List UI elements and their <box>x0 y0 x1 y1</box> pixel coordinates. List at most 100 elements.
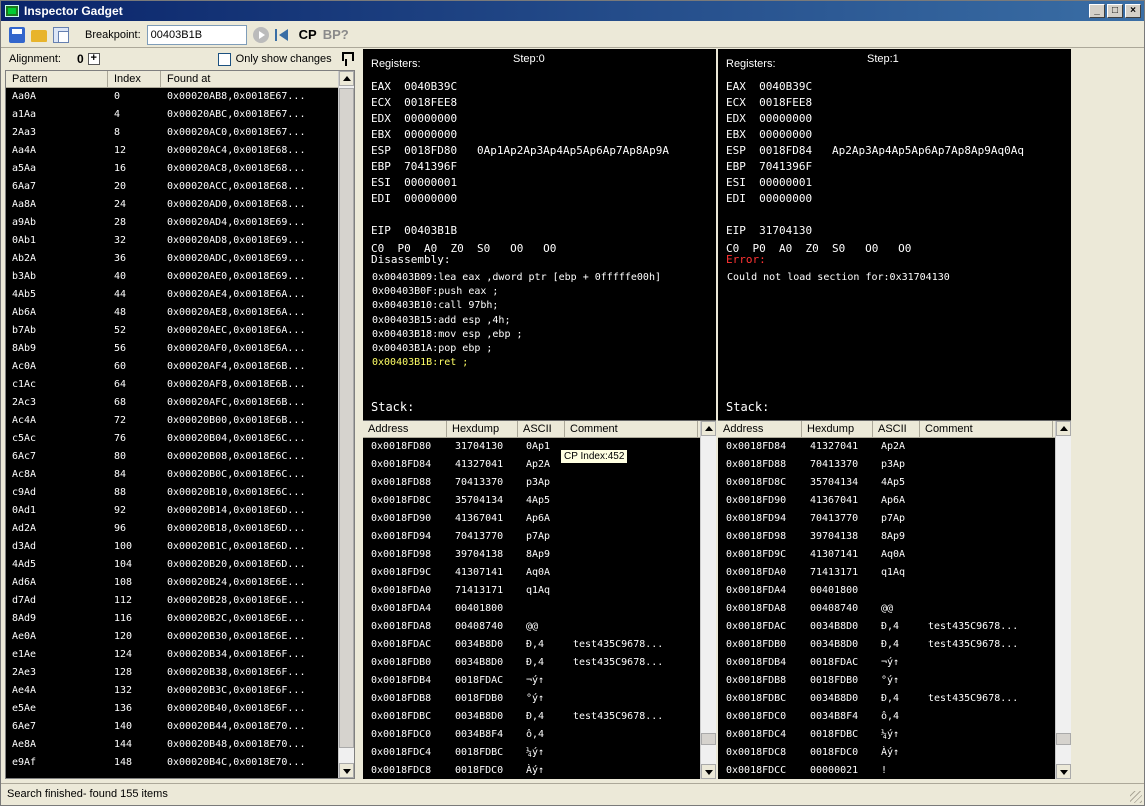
column-header-index[interactable]: Index <box>108 71 161 87</box>
table-row[interactable]: Ae8A 144 0x00020B48,0x0018E70... <box>6 736 339 754</box>
stack-row[interactable]: 0x0018FDC0 0034B8F4 ô,4 <box>718 708 1055 726</box>
scroll-thumb[interactable] <box>1056 733 1071 745</box>
column-header-ascii[interactable]: ASCII <box>873 421 920 437</box>
table-row[interactable]: Aa8A 24 0x00020AD0,0x0018E68... <box>6 196 339 214</box>
column-header-pattern[interactable]: Pattern <box>6 71 108 87</box>
table-row[interactable]: c9Ad 88 0x00020B10,0x0018E6C... <box>6 484 339 502</box>
stack-row[interactable]: 0x0018FDB8 0018FDB0 °ý↑ <box>718 672 1055 690</box>
stack-row[interactable]: 0x0018FD98 39704138 8Ap9 <box>718 528 1055 546</box>
stack-row[interactable]: 0x0018FDCC 00000021! <box>718 762 1055 779</box>
stack-row[interactable]: 0x0018FDC4 0018FDBC ¼ý↑ <box>363 744 700 762</box>
table-row[interactable]: Ae4A 132 0x00020B3C,0x0018E6F... <box>6 682 339 700</box>
stack-row[interactable]: 0x0018FDBC 0034B8D0 Ð,4 test435C9678... <box>363 708 700 726</box>
table-row[interactable]: b3Ab 40 0x00020AE0,0x0018E69... <box>6 268 339 286</box>
stack-row[interactable]: 0x0018FD84 41327041 Ap2A <box>363 456 700 474</box>
stack-row[interactable]: 0x0018FD90 41367041 Ap6A <box>718 492 1055 510</box>
stack-row[interactable]: 0x0018FDBC 0034B8D0 Ð,4 test435C9678... <box>718 690 1055 708</box>
copy-icon[interactable] <box>53 26 69 43</box>
bp-button[interactable]: BP? <box>323 27 349 42</box>
only-changes-checkbox[interactable] <box>217 52 231 66</box>
stack-row[interactable]: 0x0018FDC8 0018FDC0 Àý↑ <box>363 762 700 779</box>
table-row[interactable]: Ad6A 108 0x00020B24,0x0018E6E... <box>6 574 339 592</box>
table-row[interactable]: 2Ae3 128 0x00020B38,0x0018E6F... <box>6 664 339 682</box>
table-row[interactable]: 6Aa7 20 0x00020ACC,0x0018E68... <box>6 178 339 196</box>
table-row[interactable]: Aa4A 12 0x00020AC4,0x0018E68... <box>6 142 339 160</box>
column-header-found-at[interactable]: Found at <box>161 71 339 87</box>
table-row[interactable]: Ad2A 96 0x00020B18,0x0018E6D... <box>6 520 339 538</box>
table-row[interactable]: Ab6A 48 0x00020AE8,0x0018E6A... <box>6 304 339 322</box>
pattern-scrollbar[interactable] <box>338 71 354 778</box>
scroll-down-arrow-icon[interactable] <box>701 764 716 779</box>
stack-row[interactable]: 0x0018FD98 39704138 8Ap9 <box>363 546 700 564</box>
stack-scrollbar[interactable] <box>1055 421 1071 779</box>
stack-row[interactable]: 0x0018FD88 70413370 p3Ap <box>718 456 1055 474</box>
stack-row[interactable]: 0x0018FDA0 71413171 q1Aq <box>718 564 1055 582</box>
stack-row[interactable]: 0x0018FDA0 71413171 q1Aq <box>363 582 700 600</box>
table-row[interactable]: d3Ad 100 0x00020B1C,0x0018E6D... <box>6 538 339 556</box>
stack-row[interactable]: 0x0018FDA4 00401800 <box>363 600 700 618</box>
column-header-ascii[interactable]: ASCII <box>518 421 565 437</box>
table-row[interactable]: 4Ad5 104 0x00020B20,0x0018E6D... <box>6 556 339 574</box>
table-row[interactable]: 0Ad1 92 0x00020B14,0x0018E6D... <box>6 502 339 520</box>
table-row[interactable]: e1Ae 124 0x00020B34,0x0018E6F... <box>6 646 339 664</box>
open-folder-icon[interactable] <box>31 30 47 42</box>
stack-row[interactable]: 0x0018FDB8 0018FDB0 °ý↑ <box>363 690 700 708</box>
minimize-button[interactable]: _ <box>1089 4 1105 18</box>
table-row[interactable]: b7Ab 52 0x00020AEC,0x0018E6A... <box>6 322 339 340</box>
stack-row[interactable]: 0x0018FDC8 0018FDC0 Àý↑ <box>718 744 1055 762</box>
stack-row[interactable]: 0x0018FD9C 41307141 Aq0A <box>363 564 700 582</box>
column-header-hexdump[interactable]: Hexdump <box>802 421 873 437</box>
stack-row[interactable]: 0x0018FD94 70413770 p7Ap <box>363 528 700 546</box>
table-row[interactable]: 2Ac3 68 0x00020AFC,0x0018E6B... <box>6 394 339 412</box>
table-row[interactable]: c1Ac 64 0x00020AF8,0x0018E6B... <box>6 376 339 394</box>
close-button[interactable]: × <box>1125 4 1141 18</box>
scroll-thumb[interactable] <box>339 88 354 748</box>
table-row[interactable]: Ab2A 36 0x00020ADC,0x0018E69... <box>6 250 339 268</box>
table-row[interactable]: Ac4A 72 0x00020B00,0x0018E6B... <box>6 412 339 430</box>
stack-row[interactable]: 0x0018FDC0 0034B8F4 ô,4 <box>363 726 700 744</box>
table-row[interactable]: Ac8A 84 0x00020B0C,0x0018E6C... <box>6 466 339 484</box>
stack-row[interactable]: 0x0018FDAC 0034B8D0 Ð,4 test435C9678... <box>718 618 1055 636</box>
stack-row[interactable]: 0x0018FDB4 0018FDAC ¬ý↑ <box>363 672 700 690</box>
stack-row[interactable]: 0x0018FD9C 41307141 Aq0A <box>718 546 1055 564</box>
stack-row[interactable]: 0x0018FDC4 0018FDBC ¼ý↑ <box>718 726 1055 744</box>
scroll-up-arrow-icon[interactable] <box>339 71 354 86</box>
scroll-up-arrow-icon[interactable] <box>1056 421 1071 436</box>
resize-grip-icon[interactable] <box>1130 791 1142 803</box>
pin-icon[interactable] <box>341 52 354 66</box>
table-row[interactable]: a1Aa 4 0x00020ABC,0x0018E67... <box>6 106 339 124</box>
stack-row[interactable]: 0x0018FDA4 00401800 <box>718 582 1055 600</box>
stack-row[interactable]: 0x0018FDB4 0018FDAC ¬ý↑ <box>718 654 1055 672</box>
column-header-hexdump[interactable]: Hexdump <box>447 421 518 437</box>
stack-row[interactable]: 0x0018FDAC 0034B8D0 Ð,4 test435C9678... <box>363 636 700 654</box>
maximize-button[interactable]: □ <box>1107 4 1123 18</box>
column-header-comment[interactable]: Comment <box>565 421 698 437</box>
stack-row[interactable]: 0x0018FD90 41367041 Ap6A <box>363 510 700 528</box>
table-row[interactable]: d7Ad 112 0x00020B28,0x0018E6E... <box>6 592 339 610</box>
run-icon[interactable] <box>252 26 269 43</box>
alignment-increment-button[interactable]: + <box>87 53 100 65</box>
stack-row[interactable]: 0x0018FD8C 35704134 4Ap5 <box>718 474 1055 492</box>
column-header-address[interactable]: Address <box>718 421 802 437</box>
stack-row-current[interactable]: 0x0018FD84 41327041 Ap2A <box>718 438 1055 456</box>
rewind-icon[interactable] <box>274 28 289 42</box>
column-header-comment[interactable]: Comment <box>920 421 1053 437</box>
save-icon[interactable] <box>9 26 25 43</box>
stack-row[interactable]: 0x0018FDA8 00408740 @@ <box>363 618 700 636</box>
breakpoint-input[interactable] <box>146 24 247 45</box>
table-row[interactable]: c5Ac 76 0x00020B04,0x0018E6C... <box>6 430 339 448</box>
stack-row[interactable]: 0x0018FD94 70413770 p7Ap <box>718 510 1055 528</box>
stack-row[interactable]: 0x0018FDB0 0034B8D0 Ð,4 test435C9678... <box>718 636 1055 654</box>
cp-button[interactable]: CP <box>299 27 317 42</box>
stack-row[interactable]: 0x0018FDB0 0034B8D0 Ð,4 test435C9678... <box>363 654 700 672</box>
stack-row[interactable]: 0x0018FD88 70413370 p3Ap <box>363 474 700 492</box>
table-row[interactable]: a5Aa 16 0x00020AC8,0x0018E68... <box>6 160 339 178</box>
stack-row-current[interactable]: 0x0018FD80 31704130 0Ap1 <box>363 438 700 456</box>
table-row[interactable]: e5Ae 136 0x00020B40,0x0018E6F... <box>6 700 339 718</box>
scroll-thumb[interactable] <box>701 733 716 745</box>
column-header-address[interactable]: Address <box>363 421 447 437</box>
stack-scrollbar[interactable] <box>700 421 716 779</box>
table-row[interactable]: 2Aa3 8 0x00020AC0,0x0018E67... <box>6 124 339 142</box>
table-row[interactable]: 8Ab9 56 0x00020AF0,0x0018E6A... <box>6 340 339 358</box>
table-row[interactable]: 6Ac7 80 0x00020B08,0x0018E6C... <box>6 448 339 466</box>
